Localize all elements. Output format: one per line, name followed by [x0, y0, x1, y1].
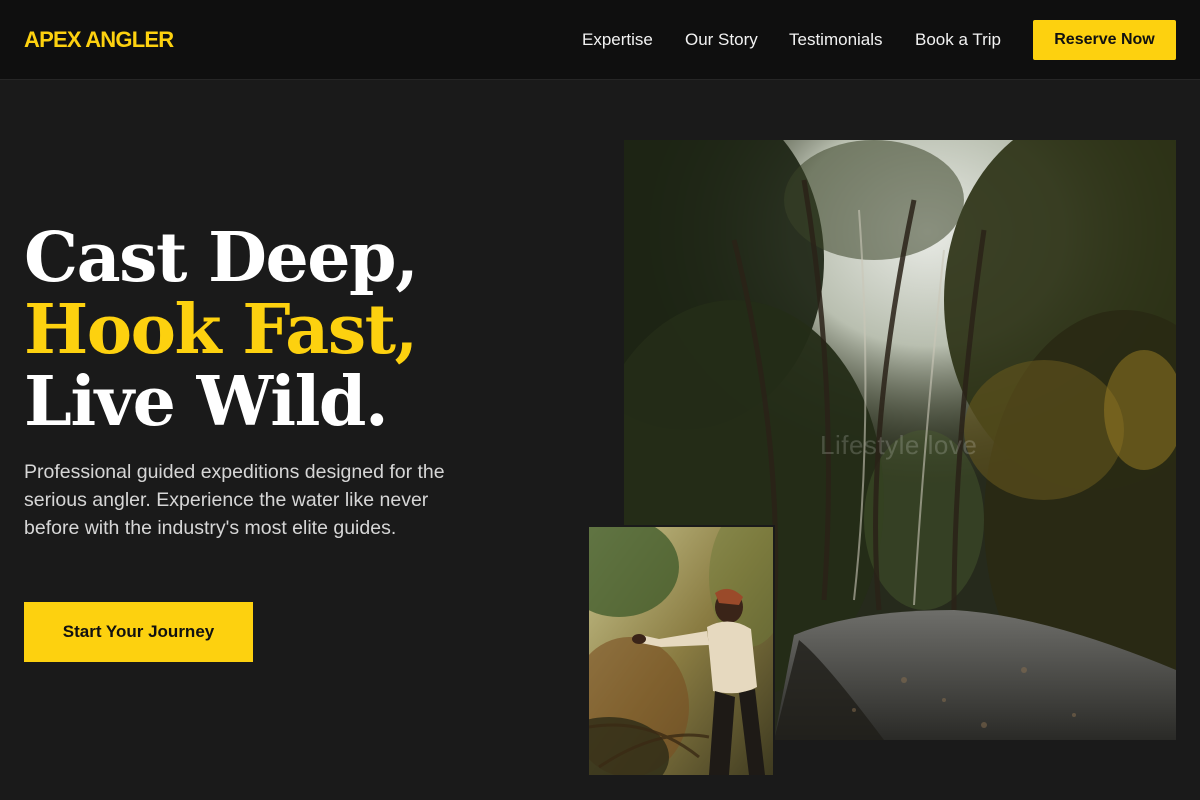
nav-link-our-story[interactable]: Our Story — [685, 30, 758, 50]
reserve-now-button[interactable]: Reserve Now — [1033, 20, 1176, 60]
headline-line-2: Hook Fast, — [24, 290, 418, 370]
hero-headline: Cast Deep, Hook Fast, Live Wild. — [24, 218, 419, 442]
hero-description: Professional guided expeditions designed… — [24, 461, 445, 539]
nav-link-book-a-trip[interactable]: Book a Trip — [915, 30, 1001, 50]
nav-link-testimonials[interactable]: Testimonials — [789, 30, 883, 50]
headline-line-3: Live Wild. — [24, 362, 389, 442]
logo[interactable]: APEX ANGLER — [24, 27, 174, 53]
nav-link-expertise[interactable]: Expertise — [582, 30, 653, 50]
angler-inset-image — [587, 525, 775, 777]
start-journey-button[interactable]: Start Your Journey — [24, 602, 253, 662]
site-header: APEX ANGLER Expertise Our Story Testimon… — [0, 0, 1200, 80]
headline-line-1: Cast Deep, — [24, 218, 419, 298]
photo-watermark: Lifestyle love — [820, 430, 978, 460]
